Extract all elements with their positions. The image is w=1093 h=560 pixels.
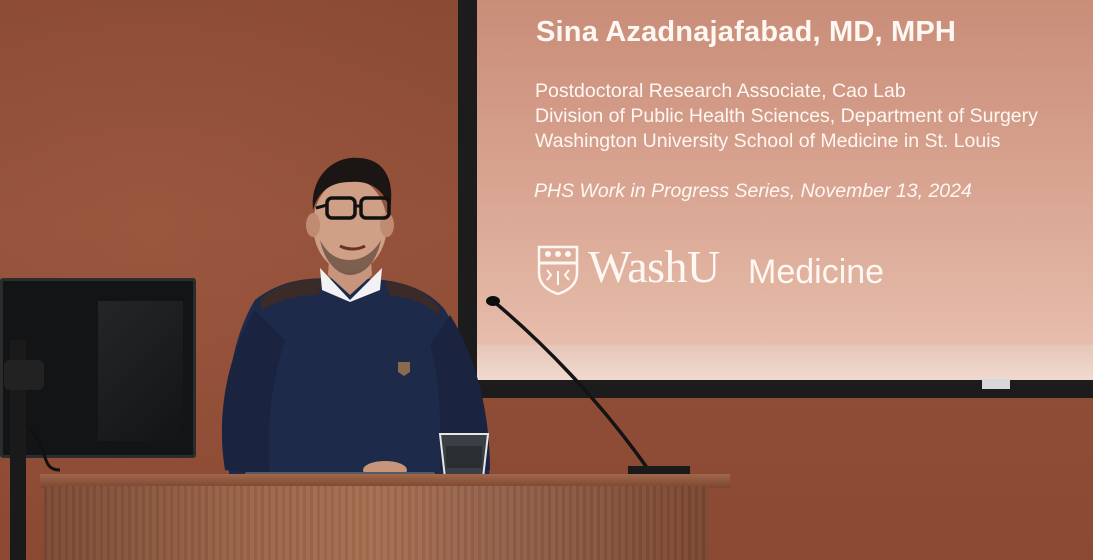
podium-wood-grain (44, 486, 708, 560)
photo-scene: Sina Azadnajafabad, MD, MPH Postdoctoral… (0, 0, 1093, 560)
coffee-cup (438, 433, 490, 479)
